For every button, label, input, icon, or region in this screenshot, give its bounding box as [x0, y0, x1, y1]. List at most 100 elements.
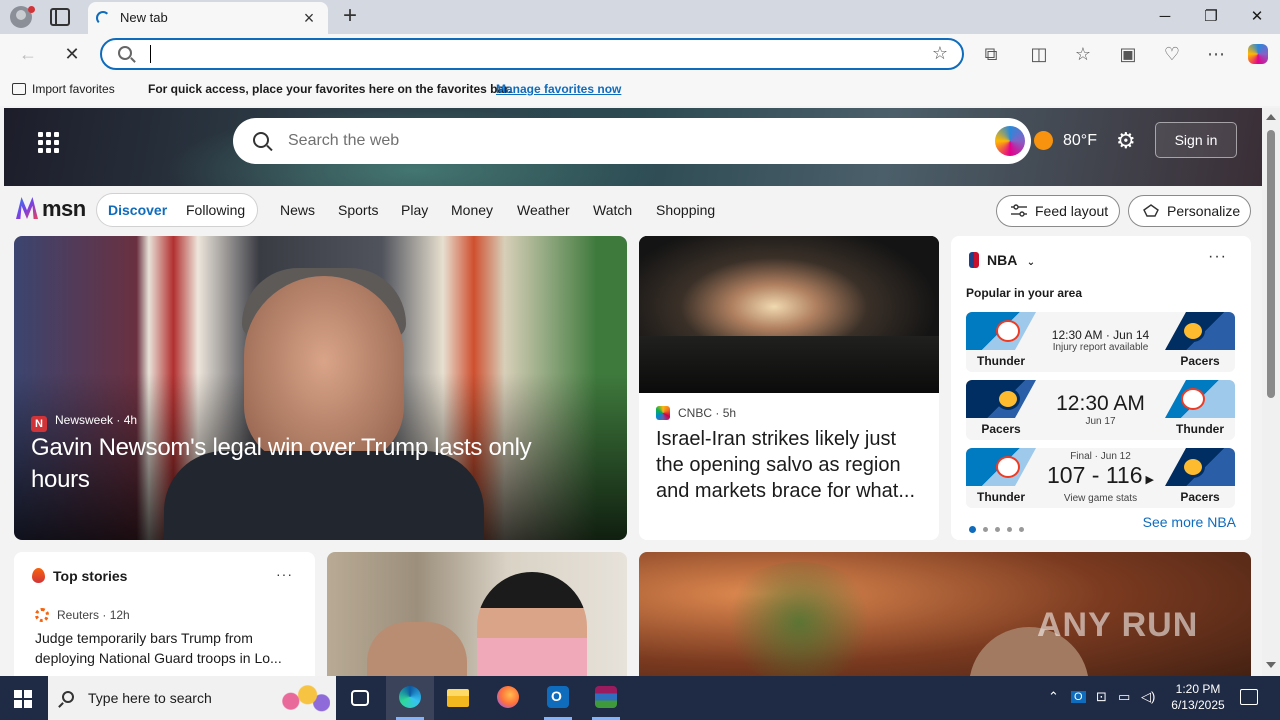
- side-story-title[interactable]: Israel-Iran strikes likely just the open…: [656, 426, 926, 504]
- nba-game-row[interactable]: Thunder 12:30 AM · Jun 14 Injury report …: [966, 312, 1235, 372]
- scrollbar-thumb[interactable]: [1267, 130, 1275, 398]
- more-options-icon[interactable]: ···: [276, 566, 293, 582]
- windows-start-icon[interactable]: [14, 690, 32, 708]
- taskbar-outlook[interactable]: O: [534, 676, 582, 720]
- tab-discover[interactable]: Discover: [108, 202, 167, 218]
- winrar-icon: [595, 686, 617, 708]
- page-scrollbar[interactable]: [1262, 108, 1280, 676]
- settings-gear-icon[interactable]: ⚙: [1116, 130, 1136, 152]
- side-story-card[interactable]: CNBC · 5h Israel-Iran strikes likely jus…: [639, 236, 939, 540]
- nba-game-row[interactable]: Thunder Final · Jun 12 107 - 116 ▶ View …: [966, 448, 1235, 508]
- search-highlight-flower-icon: [274, 682, 330, 714]
- back-arrow-icon[interactable]: ←: [14, 40, 42, 68]
- sign-in-button[interactable]: Sign in: [1155, 122, 1237, 158]
- taskbar-file-explorer[interactable]: [434, 676, 482, 720]
- personalize-button[interactable]: Personalize: [1128, 195, 1251, 227]
- taskbar-edge[interactable]: [386, 676, 434, 720]
- extensions-icon[interactable]: ⧉: [977, 40, 1005, 68]
- sunny-weather-icon[interactable]: [1034, 131, 1053, 150]
- nav-link-watch[interactable]: Watch: [593, 202, 632, 218]
- volume-icon[interactable]: ◁): [1141, 689, 1155, 705]
- team-left: Thunder: [966, 312, 1036, 372]
- taskbar-winrar[interactable]: [582, 676, 630, 720]
- anyrun-watermark: ANY RUN: [1037, 606, 1199, 644]
- more-menu-icon[interactable]: ⋯: [1202, 40, 1230, 68]
- team-left: Pacers: [966, 380, 1036, 440]
- personalize-icon: [1143, 204, 1159, 217]
- carousel-dot[interactable]: [1019, 527, 1024, 533]
- nav-link-weather[interactable]: Weather: [517, 202, 570, 218]
- web-search-box[interactable]: Search the web: [233, 118, 1031, 164]
- address-bar[interactable]: ☆: [100, 38, 964, 70]
- game-date: Jun 17: [1085, 416, 1116, 427]
- hero-story-source: N Newsweek · 4h: [31, 413, 137, 432]
- hero-story-card[interactable]: N Newsweek · 4h Gavin Newsom's legal win …: [14, 236, 627, 540]
- top-stories-card: Top stories ··· Reuters · 12h Judge temp…: [14, 552, 315, 676]
- close-tab-icon[interactable]: ×: [298, 7, 320, 29]
- taskbar-clock[interactable]: 1:20 PM 6/13/2025: [1166, 681, 1230, 713]
- network-icon[interactable]: ▭: [1118, 689, 1130, 705]
- meet-now-icon[interactable]: ⊡: [1096, 689, 1107, 705]
- story-image-card[interactable]: [327, 552, 627, 676]
- add-favorite-star-icon[interactable]: ☆: [932, 43, 948, 64]
- tab-actions-icon[interactable]: [50, 8, 70, 26]
- address-input[interactable]: [148, 43, 908, 65]
- more-options-icon[interactable]: ···: [1208, 248, 1227, 266]
- clock-time: 1:20 PM: [1175, 682, 1221, 696]
- feed-layout-button[interactable]: Feed layout: [996, 195, 1120, 227]
- story-image: [367, 622, 467, 676]
- nba-game-row[interactable]: Pacers 12:30 AM Jun 17 Thunder: [966, 380, 1235, 440]
- hero-story-title[interactable]: Gavin Newsom's legal win over Trump last…: [31, 432, 591, 496]
- scroll-down-arrow-icon[interactable]: [1266, 662, 1276, 668]
- nav-link-news[interactable]: News: [280, 202, 315, 218]
- tab-strip: New tab × + ─ ❐ ✕: [0, 0, 1280, 34]
- split-screen-icon[interactable]: ◫: [1025, 40, 1053, 68]
- scroll-up-arrow-icon[interactable]: [1266, 114, 1276, 120]
- team-right: Pacers: [1165, 312, 1235, 372]
- app-launcher-icon[interactable]: [38, 132, 60, 154]
- weather-temperature[interactable]: 80°F: [1063, 132, 1097, 150]
- sliders-icon: [1011, 204, 1027, 217]
- nav-link-shopping[interactable]: Shopping: [656, 202, 715, 218]
- notifications-icon[interactable]: [1240, 689, 1258, 705]
- team-left-name: Thunder: [977, 354, 1025, 368]
- import-favorites-button[interactable]: Import favorites: [12, 82, 115, 96]
- nav-link-sports[interactable]: Sports: [338, 202, 378, 218]
- outlook-tray-icon[interactable]: O: [1071, 691, 1086, 703]
- msn-logo[interactable]: msn: [16, 196, 86, 222]
- taskbar-firefox[interactable]: [484, 676, 532, 720]
- edge-browser-icon: [399, 686, 421, 708]
- story-image-card[interactable]: ANY RUN: [639, 552, 1251, 676]
- game-note: Injury report available: [1052, 342, 1149, 353]
- stop-loading-icon[interactable]: ✕: [58, 40, 86, 68]
- taskbar-search-box[interactable]: Type here to search: [48, 676, 336, 720]
- close-window-button[interactable]: ✕: [1234, 5, 1280, 29]
- browser-essentials-icon[interactable]: ♡: [1158, 40, 1186, 68]
- carousel-dot[interactable]: [983, 527, 988, 533]
- view-game-stats-link[interactable]: View game stats: [1036, 493, 1165, 504]
- team-left-name: Thunder: [977, 490, 1025, 504]
- nav-link-play[interactable]: Play: [401, 202, 428, 218]
- tab-new-tab[interactable]: New tab ×: [88, 2, 328, 34]
- show-hidden-icons-chevron-icon[interactable]: ⌃: [1048, 689, 1059, 705]
- task-view-button[interactable]: [336, 676, 384, 720]
- nba-league-selector[interactable]: NBA ⌄: [969, 252, 1035, 268]
- restore-button[interactable]: ❐: [1188, 5, 1234, 29]
- copilot-search-icon[interactable]: [995, 126, 1025, 156]
- see-more-nba-link[interactable]: See more NBA: [1143, 514, 1236, 530]
- nav-link-money[interactable]: Money: [451, 202, 493, 218]
- carousel-dot[interactable]: [969, 526, 976, 534]
- outlook-icon: O: [547, 686, 569, 708]
- top-source-name: Reuters: [57, 608, 100, 622]
- carousel-dot[interactable]: [995, 527, 1000, 533]
- new-tab-button[interactable]: +: [338, 4, 362, 29]
- msn-logo-text: msn: [42, 196, 86, 221]
- manage-favorites-link[interactable]: Manage favorites now: [496, 82, 621, 96]
- top-story-headline[interactable]: Judge temporarily bars Trump from deploy…: [35, 628, 299, 668]
- tab-following[interactable]: Following: [186, 202, 245, 218]
- favorites-icon[interactable]: ☆: [1069, 40, 1097, 68]
- minimize-button[interactable]: ─: [1142, 5, 1188, 29]
- copilot-icon[interactable]: [1244, 40, 1272, 68]
- collections-icon[interactable]: ▣: [1114, 40, 1142, 68]
- carousel-dot[interactable]: [1007, 527, 1012, 533]
